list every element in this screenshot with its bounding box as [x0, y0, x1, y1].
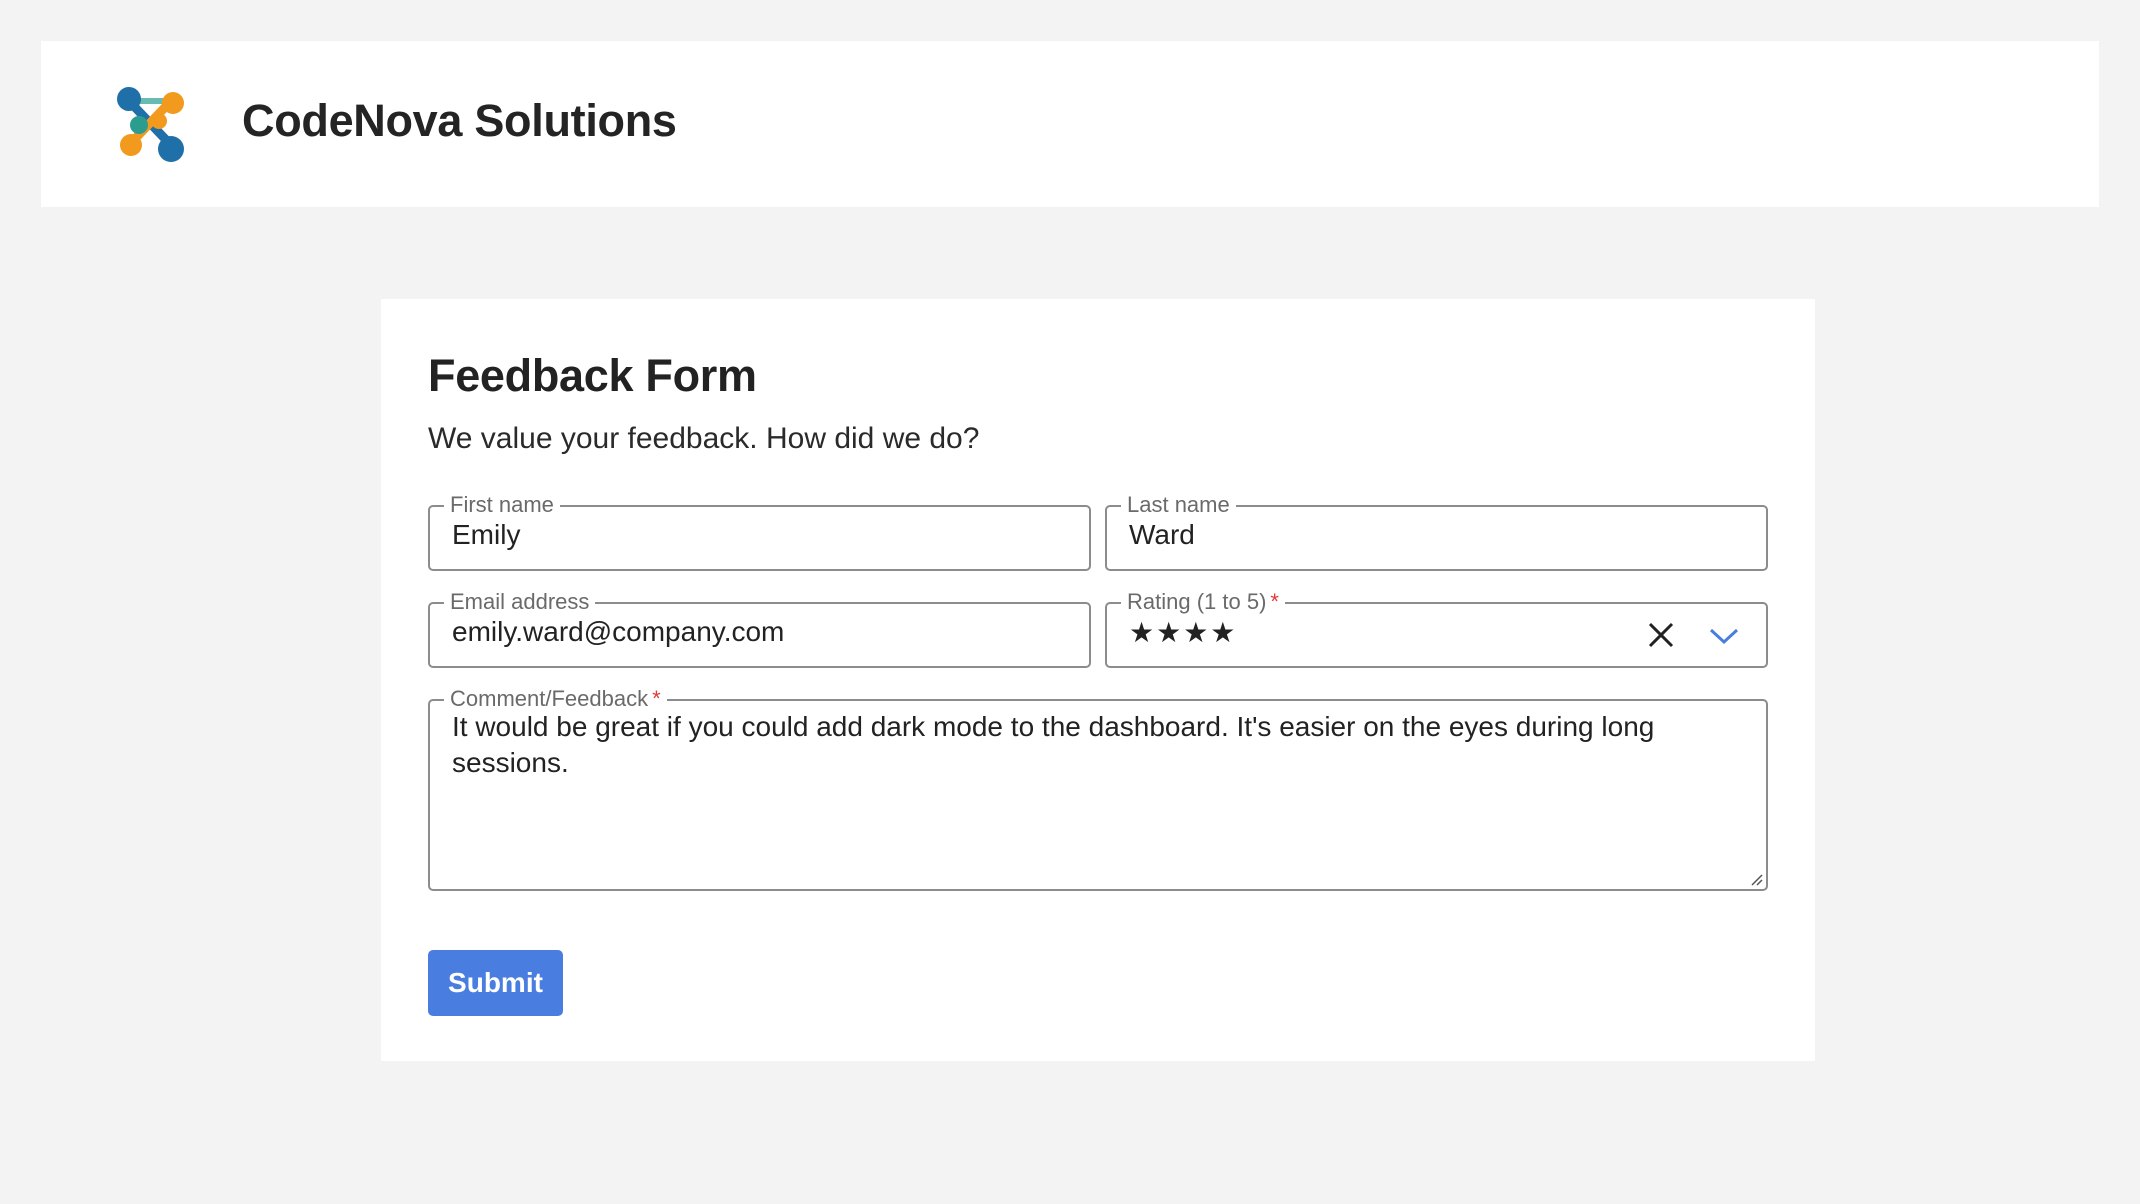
first-name-field[interactable]: First name Emily [428, 493, 1091, 571]
form-title: Feedback Form [428, 350, 757, 401]
comment-label: Comment/Feedback * [444, 687, 667, 711]
first-name-label: First name [444, 493, 560, 517]
submit-button[interactable]: Submit [428, 950, 563, 1016]
feedback-form-card: Feedback Form We value your feedback. Ho… [381, 299, 1815, 1061]
email-field[interactable]: Email address emily.ward@company.com [428, 590, 1091, 668]
required-mark: * [1270, 589, 1279, 614]
required-mark: * [652, 686, 661, 711]
clear-icon[interactable] [1646, 620, 1676, 650]
brand-name: CodeNova Solutions [242, 95, 677, 146]
rating-select[interactable]: Rating (1 to 5) * ★★★★ [1105, 590, 1768, 668]
email-label: Email address [444, 590, 596, 614]
app-header: CodeNova Solutions [41, 41, 2099, 207]
last-name-label: Last name [1121, 493, 1236, 517]
chevron-down-icon[interactable] [1708, 626, 1740, 646]
molecule-logo-icon [117, 87, 184, 162]
rating-label: Rating (1 to 5) * [1121, 590, 1285, 614]
email-input[interactable]: emily.ward@company.com [452, 616, 784, 648]
first-name-input[interactable]: Emily [452, 519, 520, 551]
form-subtitle: We value your feedback. How did we do? [428, 422, 980, 455]
resize-handle-icon[interactable] [1748, 871, 1764, 887]
rating-value[interactable]: ★★★★ [1129, 616, 1237, 649]
last-name-input[interactable]: Ward [1129, 519, 1195, 551]
last-name-field[interactable]: Last name Ward [1105, 493, 1768, 571]
comment-textarea[interactable]: It would be great if you could add dark … [452, 709, 1752, 781]
comment-field[interactable]: Comment/Feedback * It would be great if y… [428, 687, 1768, 891]
